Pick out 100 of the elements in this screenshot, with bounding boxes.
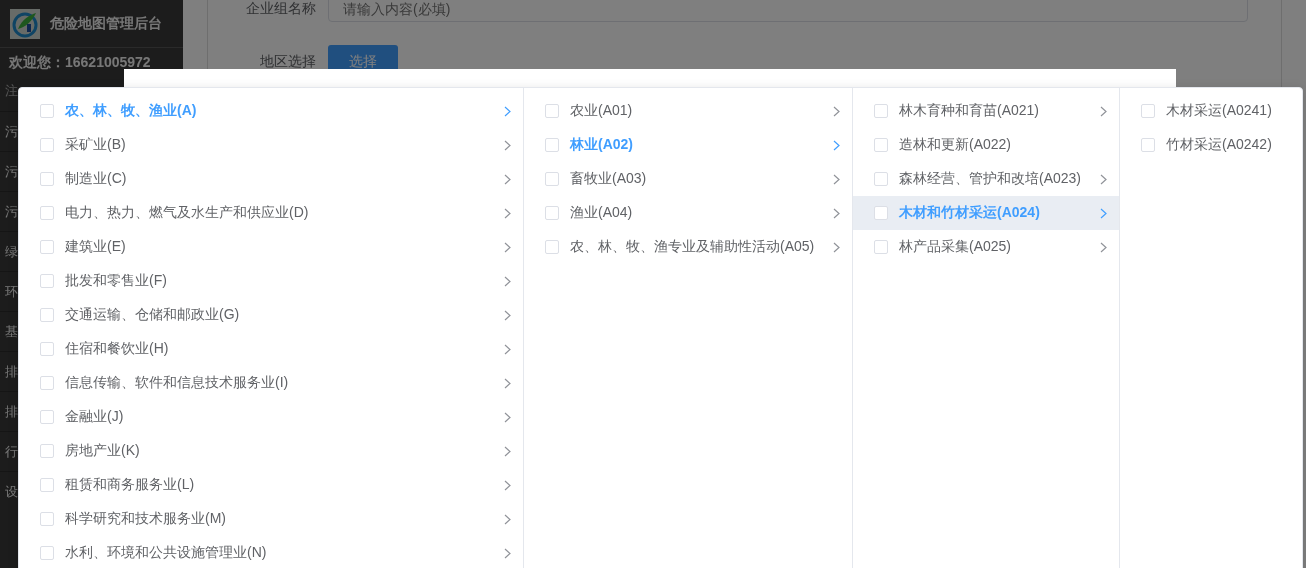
field-label: 地区选择 [259,53,316,71]
cascader-option[interactable]: 信息传输、软件和信息技术服务业(I) [19,366,523,400]
cascader-option[interactable]: 金融业(J) [19,400,523,434]
cascader-option[interactable]: 林木育种和育苗(A021) [853,94,1119,128]
option-label: 农、林、牧、渔业(A) [65,102,198,120]
cascader-option[interactable]: 住宿和餐饮业(H) [19,332,523,366]
checkbox[interactable] [40,274,54,288]
option-label: 科学研究和技术服务业(M) [65,510,227,528]
option-label: 林木育种和育苗(A021) [899,102,1041,120]
option-label: 木材采运(A0241) [1166,102,1273,120]
checkbox[interactable] [874,172,888,186]
chevron-right-icon [1100,105,1107,117]
option-label: 采矿业(B) [65,136,127,154]
cascader-option[interactable]: 电力、热力、燃气及水生产和供应业(D) [19,196,523,230]
checkbox[interactable] [40,206,54,220]
option-label: 农业(A01) [570,102,634,120]
cascader-option[interactable]: 造林和更新(A022) [853,128,1119,162]
chevron-right-icon [504,513,511,525]
option-label: 房地产业(K) [65,442,141,460]
chevron-right-icon [504,547,511,559]
chevron-right-icon [504,105,511,117]
checkbox[interactable] [545,206,559,220]
cascader-option[interactable]: 交通运输、仓储和邮政业(G) [19,298,523,332]
chevron-right-icon [504,377,511,389]
chevron-right-icon [833,241,840,253]
cascader-option[interactable]: 科学研究和技术服务业(M) [19,502,523,536]
checkbox[interactable] [40,376,54,390]
checkbox[interactable] [545,240,559,254]
cascader-option[interactable]: 渔业(A04) [524,196,852,230]
checkbox[interactable] [874,206,888,220]
cascader-option[interactable]: 林产品采集(A025) [853,230,1119,264]
checkbox[interactable] [40,104,54,118]
option-label: 农、林、牧、渔专业及辅助性活动(A05) [570,238,816,256]
cascader-option[interactable]: 木材采运(A0241) [1120,94,1302,128]
chevron-right-icon [504,479,511,491]
chevron-right-icon [833,139,840,151]
checkbox[interactable] [40,410,54,424]
checkbox[interactable] [40,172,54,186]
chevron-right-icon [1100,207,1107,219]
cascader-option[interactable]: 采矿业(B) [19,128,523,162]
chevron-right-icon [504,309,511,321]
chevron-right-icon [504,411,511,423]
cascader-option[interactable]: 房地产业(K) [19,434,523,468]
checkbox[interactable] [874,138,888,152]
cascader-option[interactable]: 制造业(C) [19,162,523,196]
option-label: 林业(A02) [570,136,634,154]
checkbox[interactable] [40,138,54,152]
app-title: 危险地图管理后台 [50,14,162,33]
input-field[interactable]: 请输入内容(必填) [328,0,1248,22]
cascader-option[interactable]: 批发和零售业(F) [19,264,523,298]
cascader-option[interactable]: 农业(A01) [524,94,852,128]
option-label: 水利、环境和公共设施管理业(N) [65,544,268,562]
checkbox[interactable] [40,546,54,560]
option-label: 建筑业(E) [65,238,127,256]
option-label: 制造业(C) [65,170,128,188]
checkbox[interactable] [874,104,888,118]
checkbox[interactable] [545,104,559,118]
chevron-right-icon [1100,173,1107,185]
cascader-option[interactable]: 畜牧业(A03) [524,162,852,196]
checkbox[interactable] [1141,138,1155,152]
checkbox[interactable] [40,478,54,492]
option-label: 租赁和商务服务业(L) [65,476,196,494]
checkbox[interactable] [40,444,54,458]
chevron-right-icon [504,445,511,457]
cascader-option[interactable]: 水利、环境和公共设施管理业(N) [19,536,523,568]
checkbox[interactable] [40,240,54,254]
option-label: 批发和零售业(F) [65,272,168,290]
option-label: 金融业(J) [65,408,125,426]
option-label: 电力、热力、燃气及水生产和供应业(D) [65,204,310,222]
chevron-right-icon [833,207,840,219]
cascader-option[interactable]: 建筑业(E) [19,230,523,264]
checkbox[interactable] [1141,104,1155,118]
cascader-option[interactable]: 森林经营、管护和改培(A023) [853,162,1119,196]
cascader-option[interactable]: 农、林、牧、渔专业及辅助性活动(A05) [524,230,852,264]
checkbox[interactable] [545,138,559,152]
option-label: 渔业(A04) [570,204,634,222]
chevron-right-icon [504,343,511,355]
welcome-text: 欢迎您：16621005972 [8,53,152,72]
option-label: 竹材采运(A0242) [1166,136,1273,154]
checkbox[interactable] [545,172,559,186]
chevron-right-icon [504,139,511,151]
chevron-right-icon [833,173,840,185]
option-label: 畜牧业(A03) [570,170,648,188]
cascader-option[interactable]: 竹材采运(A0242) [1120,128,1302,162]
checkbox[interactable] [40,512,54,526]
option-label: 造林和更新(A022) [899,136,1013,154]
checkbox[interactable] [40,342,54,356]
checkbox[interactable] [40,308,54,322]
chevron-right-icon [504,207,511,219]
cascader-option[interactable]: 租赁和商务服务业(L) [19,468,523,502]
chevron-right-icon [504,173,511,185]
logo-icon [10,8,40,39]
chevron-right-icon [833,105,840,117]
chevron-right-icon [504,241,511,253]
option-label: 交通运输、仓储和邮政业(G) [65,306,241,324]
checkbox[interactable] [874,240,888,254]
option-label: 木材和竹材采运(A024) [899,204,1041,222]
option-label: 林产品采集(A025) [899,238,1013,256]
chevron-right-icon [504,275,511,287]
option-label: 住宿和餐饮业(H) [65,340,170,358]
